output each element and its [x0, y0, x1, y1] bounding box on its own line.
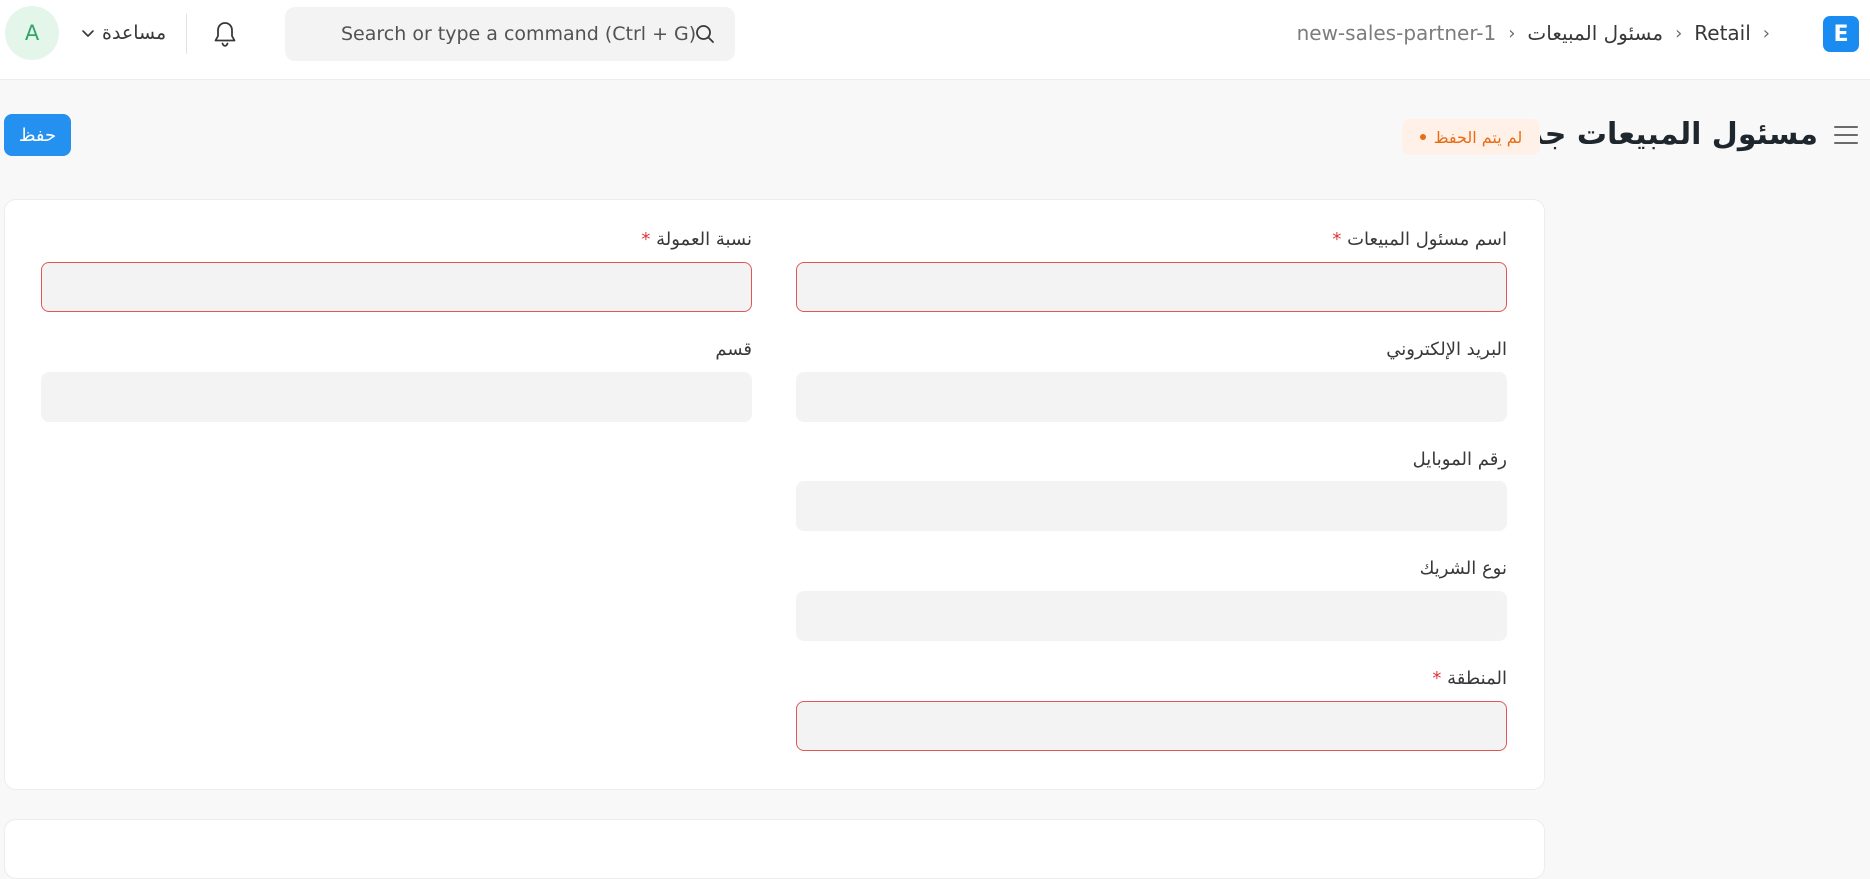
search-icon — [696, 25, 714, 43]
navbar-divider — [186, 14, 187, 54]
breadcrumb: › Retail › مسئول المبيعات › new-sales-pa… — [1297, 18, 1770, 48]
notifications-button[interactable] — [210, 18, 240, 50]
commission-rate-label: نسبة العمولة * — [641, 227, 752, 253]
field-label-text: قسم — [715, 339, 752, 360]
sales-partner-name-label: اسم مسئول المبيعات * — [1332, 227, 1507, 253]
hamburger-icon[interactable] — [1834, 124, 1858, 146]
bell-icon — [214, 22, 236, 47]
sales-partner-name-input[interactable] — [796, 262, 1507, 312]
form-card: اسم مسئول المبيعات * البريد الإلكتروني ر… — [4, 199, 1545, 790]
commission-rate-input[interactable] — [41, 262, 752, 312]
status-label: لم يتم الحفظ — [1433, 127, 1523, 147]
breadcrumb-item-retail[interactable]: Retail — [1694, 21, 1751, 45]
app-logo-letter: E — [1833, 21, 1849, 47]
required-asterisk: * — [1432, 668, 1442, 689]
field-label-text: نسبة العمولة — [656, 229, 752, 250]
field-label-text: اسم مسئول المبيعات — [1347, 229, 1507, 250]
form-card-next-section — [4, 819, 1545, 879]
partner-type-input[interactable] — [796, 591, 1507, 641]
breadcrumb-separator: › — [1675, 22, 1683, 44]
email-input[interactable] — [796, 372, 1507, 422]
status-badge: لم يتم الحفظ — [1402, 119, 1540, 155]
page-title: مسئول المبيعات جديد — [1498, 117, 1818, 152]
required-asterisk: * — [641, 229, 651, 250]
department-label: قسم — [715, 337, 752, 363]
avatar-initial: A — [24, 21, 40, 45]
territory-input[interactable] — [796, 701, 1507, 751]
navbar: A مساعدة Search or type a command (Ctrl … — [0, 0, 1870, 80]
app-logo-icon[interactable]: E — [1823, 16, 1859, 52]
partner-type-label: نوع الشريك — [1420, 556, 1507, 582]
breadcrumb-separator: › — [1762, 22, 1770, 44]
search-bar[interactable]: Search or type a command (Ctrl + G) — [285, 7, 735, 61]
search-input[interactable]: Search or type a command (Ctrl + G) — [341, 7, 696, 61]
status-indicator-dot — [1419, 134, 1426, 140]
field-label-text: رقم الموبايل — [1412, 449, 1507, 470]
field-label-text: المنطقة — [1447, 668, 1507, 689]
user-avatar[interactable]: A — [5, 6, 59, 60]
save-button[interactable]: حفظ — [4, 114, 71, 156]
breadcrumb-item-current: new-sales-partner-1 — [1296, 21, 1497, 45]
breadcrumb-separator: › — [1508, 22, 1516, 44]
breadcrumb-item-sales-partner[interactable]: مسئول المبيعات — [1527, 21, 1663, 45]
required-asterisk: * — [1332, 229, 1342, 250]
help-label: مساعدة — [102, 22, 167, 44]
field-label-text: البريد الإلكتروني — [1386, 339, 1507, 360]
department-input[interactable] — [41, 372, 752, 422]
field-label-text: نوع الشريك — [1419, 558, 1507, 579]
mobile-input[interactable] — [796, 481, 1507, 531]
mobile-label: رقم الموبايل — [1413, 447, 1507, 473]
help-dropdown[interactable]: مساعدة — [80, 18, 166, 48]
chevron-down-icon — [82, 30, 94, 37]
email-label: البريد الإلكتروني — [1386, 337, 1507, 363]
territory-label: المنطقة * — [1432, 666, 1507, 692]
